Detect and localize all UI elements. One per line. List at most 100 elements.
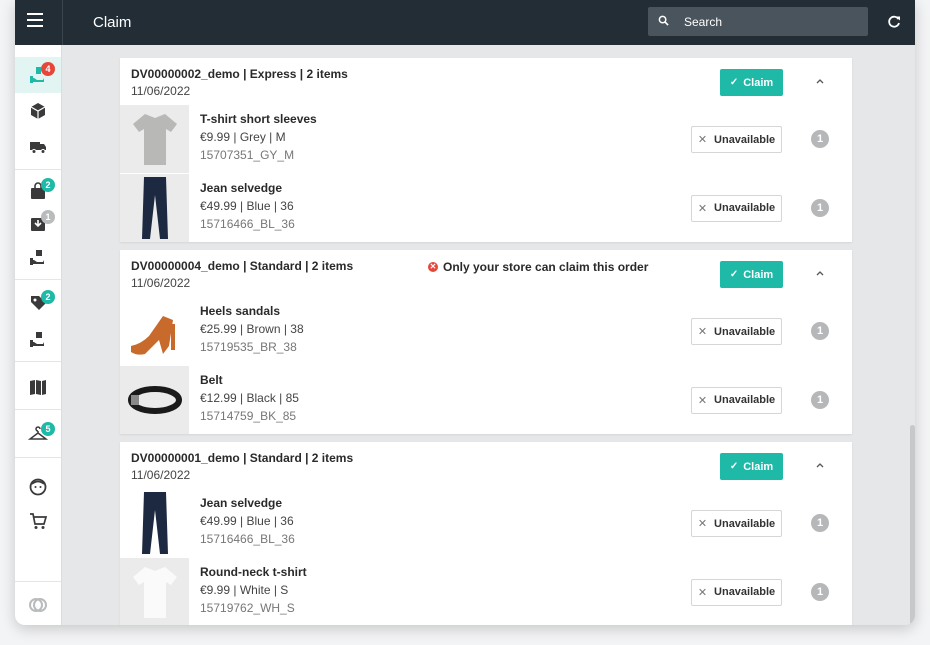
face-icon (29, 478, 47, 496)
check-icon: ✓ (729, 461, 739, 472)
chevron-up-icon[interactable] (815, 76, 825, 86)
sidebar-divider (15, 169, 61, 170)
sidebar-item-hand-over[interactable] (15, 239, 61, 275)
chevron-up-icon[interactable] (815, 460, 825, 470)
quantity-badge: 1 (811, 198, 829, 217)
sidebar-item-claim[interactable]: 4 (15, 57, 61, 93)
close-icon: ✕ (697, 134, 708, 146)
download-badge: 1 (41, 210, 55, 224)
cart-icon (30, 513, 48, 529)
close-icon: ✕ (697, 586, 708, 599)
sidebar-item-hanger[interactable]: 5 (15, 417, 61, 453)
order-item: Belt €12.99 | Black | 85 15714759_BK_85 … (120, 365, 852, 435)
scrollbar[interactable] (910, 425, 915, 625)
unavailable-label: Unavailable (714, 586, 776, 598)
cube-icon (30, 103, 46, 119)
sidebar-item-cart[interactable] (15, 503, 61, 539)
app-window: Claim Search 4 2 1 2 5 DV00000002_demo |… (15, 0, 915, 625)
claim-badge: 4 (41, 62, 55, 76)
claim-button[interactable]: ✓ Claim (720, 261, 783, 288)
product-meta: €12.99 | Black | 85 (200, 390, 299, 405)
unavailable-button[interactable]: ✕ Unavailable (691, 578, 782, 606)
order-card: DV00000002_demo | Express | 2 items 11/0… (120, 58, 852, 242)
refresh-icon[interactable] (886, 14, 902, 30)
belt-image (127, 385, 182, 414)
order-item: Heels sandals €25.99 | Brown | 38 157195… (120, 297, 852, 366)
search-input[interactable]: Search (648, 7, 868, 36)
quantity-badge: 1 (811, 130, 829, 148)
chevron-up-icon[interactable] (815, 268, 825, 278)
product-thumbnail (120, 489, 189, 557)
sidebar-item-logo (15, 587, 61, 623)
warning-text: Only your store can claim this order (443, 260, 649, 274)
order-header: DV00000002_demo | Express | 2 items 11/0… (120, 58, 852, 105)
unavailable-button[interactable]: ✕ Unavailable (691, 194, 782, 222)
jeans-image (141, 492, 168, 554)
sidebar-divider (15, 361, 61, 362)
claim-label: Claim (743, 76, 774, 89)
order-item: T-shirt short sleeves €9.99 | Grey | M 1… (120, 105, 852, 174)
unavailable-button[interactable]: ✕ Unavailable (691, 318, 782, 345)
quantity-badge: 1 (811, 582, 829, 601)
alert-icon: ✕ (428, 262, 438, 272)
quantity-badge: 1 (811, 390, 829, 409)
close-icon: ✕ (697, 518, 708, 530)
order-card: DV00000004_demo | Standard | 2 items 11/… (120, 250, 852, 434)
store-only-warning: ✕ Only your store can claim this order (428, 260, 648, 274)
product-meta: €49.99 | Blue | 36 (200, 198, 294, 213)
claim-button[interactable]: ✓ Claim (720, 453, 783, 480)
product-name: Jean selvedge (200, 180, 283, 195)
order-title: DV00000002_demo | Express | 2 items (131, 67, 348, 81)
product-thumbnail (120, 557, 189, 625)
unavailable-label: Unavailable (714, 517, 776, 530)
sidebar-item-catalog[interactable] (15, 369, 61, 405)
product-thumbnail (120, 173, 189, 242)
product-name: T-shirt short sleeves (200, 112, 317, 126)
tshirt-grey-image (132, 114, 177, 165)
order-item: Round-neck t-shirt €9.99 | White | S 157… (120, 557, 852, 625)
product-sku: 15707351_GY_M (200, 148, 295, 162)
order-title: DV00000004_demo | Standard | 2 items (131, 259, 354, 273)
order-date: 11/06/2022 (131, 468, 191, 482)
search-placeholder: Search (684, 15, 723, 29)
unavailable-button[interactable]: ✕ Unavailable (691, 510, 782, 537)
product-meta: €49.99 | Blue | 36 (200, 514, 294, 528)
top-bar: Claim Search (15, 0, 915, 45)
unavailable-button[interactable]: ✕ Unavailable (691, 126, 782, 153)
sidebar-item-shipping[interactable] (15, 129, 61, 165)
product-thumbnail (120, 105, 189, 173)
hamburger-menu-icon[interactable] (27, 13, 43, 29)
unavailable-button[interactable]: ✕ Unavailable (691, 386, 782, 414)
claim-button[interactable]: ✓ Claim (720, 69, 783, 96)
order-date: 11/06/2022 (131, 84, 191, 98)
tag-badge: 2 (41, 290, 55, 304)
sidebar-item-bag[interactable]: 2 (15, 173, 61, 209)
hand-bag-icon (30, 250, 44, 265)
order-item: Jean selvedge €49.99 | Blue | 36 1571646… (120, 489, 852, 558)
sidebar-item-download[interactable]: 1 (15, 205, 61, 241)
sidebar-divider (15, 279, 61, 280)
close-icon: ✕ (697, 202, 708, 215)
sidebar-item-packages[interactable] (15, 93, 61, 129)
quantity-badge: 1 (811, 322, 829, 340)
sidebar-item-tags[interactable]: 2 (15, 285, 61, 321)
claim-label: Claim (743, 460, 774, 473)
sidebar-item-returns[interactable] (15, 321, 61, 357)
page-title: Claim (93, 14, 132, 31)
order-date: 11/06/2022 (131, 276, 191, 290)
main-content: DV00000002_demo | Express | 2 items 11/0… (62, 45, 915, 625)
product-meta: €9.99 | Grey | M (200, 130, 286, 144)
product-sku: 15716466_BL_36 (200, 216, 295, 231)
order-card: DV00000001_demo | Standard | 2 items 11/… (120, 442, 852, 625)
product-name: Jean selvedge (200, 496, 283, 510)
product-sku: 15719535_BR_38 (200, 340, 297, 354)
order-header: DV00000001_demo | Standard | 2 items 11/… (120, 442, 852, 489)
check-icon: ✓ (729, 269, 739, 280)
unavailable-label: Unavailable (714, 133, 776, 146)
claim-label: Claim (743, 268, 774, 281)
sidebar-item-customer[interactable] (15, 469, 61, 505)
sidebar-divider (15, 581, 61, 582)
hanger-badge: 5 (41, 422, 55, 436)
topbar-divider (62, 0, 63, 45)
sidebar: 4 2 1 2 5 (15, 45, 62, 625)
